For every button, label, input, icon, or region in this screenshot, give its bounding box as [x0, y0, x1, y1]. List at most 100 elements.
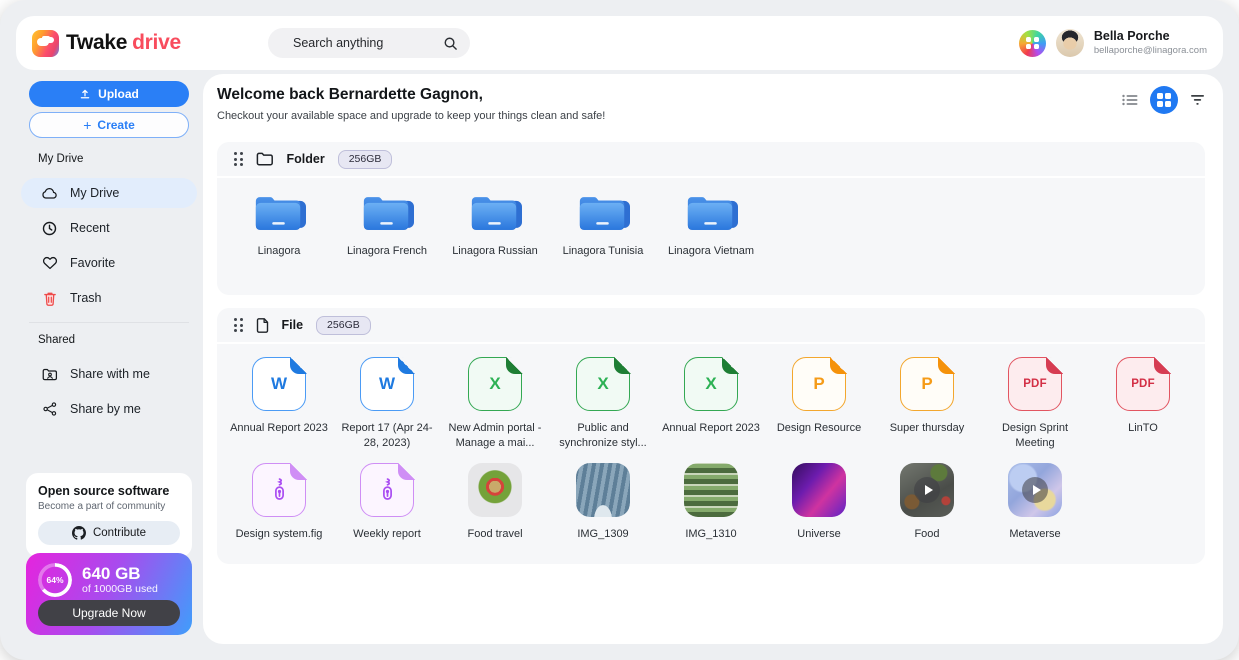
list-view-icon[interactable] — [1122, 94, 1138, 106]
section-title: File — [282, 318, 304, 332]
section-title: Folder — [287, 152, 325, 166]
drag-handle-icon[interactable] — [234, 318, 243, 332]
sidebar-divider — [29, 322, 189, 323]
grid-view-icon[interactable] — [1150, 86, 1178, 114]
file-grid: W Annual Report 2023 WReport 17 (Apr 24-28… — [217, 344, 1205, 563]
clock-icon — [41, 221, 58, 236]
excel-file-icon: X — [684, 357, 738, 411]
twake-drive-app: Twakedrive Search anything Bella Porche … — [0, 0, 1239, 660]
contribute-label: Contribute — [93, 527, 146, 539]
file-name: Annual Report 2023 — [230, 421, 328, 436]
sidebar-section-my-drive: My Drive — [38, 153, 83, 165]
folder-name: Linagora Tunisia — [563, 244, 644, 259]
pdf-file-icon: PDF — [1008, 357, 1062, 411]
storage-card: 64% 640 GB of 1000GB used Upgrade Now — [26, 553, 192, 635]
play-icon — [900, 463, 954, 517]
file-tile[interactable]: IMG_1309 — [549, 463, 657, 563]
ppt-file-icon: P — [900, 357, 954, 411]
user-meta[interactable]: Bella Porche bellaporche@linagora.com — [1094, 29, 1207, 57]
sidebar-item-trash[interactable]: Trash — [21, 283, 197, 313]
file-tile[interactable]: Universe — [765, 463, 873, 563]
search-icon[interactable] — [443, 36, 458, 51]
sidebar-item-share-by-me[interactable]: Share by me — [21, 394, 197, 424]
folder-section: Folder 256GB Linagora Linagora French — [217, 142, 1205, 295]
file-tile[interactable]: Weekly report — [333, 463, 441, 563]
storage-percent: 64% — [38, 563, 72, 597]
file-tile[interactable]: Food travel — [441, 463, 549, 563]
file-tile[interactable]: PDF LinTO — [1089, 357, 1197, 457]
twake-logo-icon — [32, 30, 59, 57]
folder-tile[interactable]: Linagora Tunisia — [549, 191, 657, 259]
search-input[interactable]: Search anything — [268, 28, 470, 58]
sidebar-item-label: Share by me — [70, 402, 141, 416]
image-thumbnail — [576, 463, 630, 517]
file-tile[interactable]: XNew Admin portal - Manage a mai... — [441, 357, 549, 457]
file-tile[interactable]: XPublic and synchronize styl... — [549, 357, 657, 457]
folder-icon — [684, 191, 738, 234]
file-tile[interactable]: PDesign Resource — [765, 357, 873, 457]
file-name: Super thursday — [890, 421, 965, 436]
user-email: bellaporche@linagora.com — [1094, 45, 1207, 57]
zip-file-icon — [360, 463, 414, 517]
folder-tile[interactable]: Linagora Vietnam — [657, 191, 765, 259]
video-thumbnail — [1008, 463, 1062, 517]
file-name: LinTO — [1128, 421, 1158, 436]
sidebar-section-shared: Shared — [38, 334, 75, 346]
file-tile[interactable]: Metaverse — [981, 463, 1089, 563]
file-tile[interactable]: W Annual Report 2023 — [225, 357, 333, 457]
upload-button[interactable]: Upload — [29, 81, 189, 107]
upgrade-button[interactable]: Upgrade Now — [38, 600, 180, 626]
sidebar-item-share-with-me[interactable]: Share with me — [21, 359, 197, 389]
excel-file-icon: X — [468, 357, 522, 411]
folder-tile[interactable]: Linagora — [225, 191, 333, 259]
file-tile[interactable]: PDFDesign Sprint Meeting — [981, 357, 1089, 457]
pdf-file-icon: PDF — [1116, 357, 1170, 411]
file-name: Metaverse — [1009, 527, 1060, 542]
folder-icon — [576, 191, 630, 234]
word-file-icon: W — [252, 357, 306, 411]
create-button[interactable]: + Create — [29, 112, 189, 138]
sidebar-item-my-drive[interactable]: My Drive — [21, 178, 197, 208]
file-tile[interactable]: P Super thursday — [873, 357, 981, 457]
folder-name: Linagora Vietnam — [668, 244, 754, 259]
file-tile[interactable]: Design system.fig — [225, 463, 333, 563]
logo-text: Twakedrive — [66, 31, 181, 55]
filter-icon[interactable] — [1190, 94, 1205, 106]
folder-icon — [468, 191, 522, 234]
storage-progress-ring: 64% — [38, 563, 72, 597]
file-name: Annual Report 2023 — [662, 421, 760, 436]
file-name: Design system.fig — [236, 527, 323, 542]
file-name: Public and synchronize styl... — [553, 421, 653, 451]
folder-icon — [252, 191, 306, 234]
folder-tile[interactable]: Linagora Russian — [441, 191, 549, 259]
file-name: Universe — [797, 527, 840, 542]
sidebar-item-label: Share with me — [70, 367, 150, 381]
welcome-subtitle: Checkout your available space and upgrad… — [217, 110, 605, 122]
open-source-subtitle: Become a part of community — [38, 501, 180, 512]
folder-tile[interactable]: Linagora French — [333, 191, 441, 259]
apps-grid-icon[interactable] — [1019, 30, 1046, 57]
file-name: Weekly report — [353, 527, 421, 542]
user-avatar[interactable] — [1056, 29, 1084, 57]
drag-handle-icon[interactable] — [234, 152, 243, 166]
file-tile[interactable]: IMG_1310 — [657, 463, 765, 563]
folder-grid: Linagora Linagora French Linagora Russia… — [217, 178, 1205, 259]
file-name: Design Resource — [777, 421, 861, 436]
contribute-button[interactable]: Contribute — [38, 521, 180, 545]
view-controls — [1122, 86, 1205, 114]
image-thumbnail — [684, 463, 738, 517]
top-header: Twakedrive Search anything Bella Porche … — [16, 16, 1223, 70]
file-tile[interactable]: X Annual Report 2023 — [657, 357, 765, 457]
file-outline-icon — [256, 318, 269, 333]
welcome-block: Welcome back Bernardette Gagnon, Checkou… — [217, 86, 605, 122]
file-tile[interactable]: Food — [873, 463, 981, 563]
sidebar-item-label: Recent — [70, 221, 110, 235]
app-logo[interactable]: Twakedrive — [32, 30, 181, 57]
drive-nav: My Drive Recent Favorite Trash — [21, 178, 197, 313]
folder-name: Linagora French — [347, 244, 427, 259]
file-tile[interactable]: WReport 17 (Apr 24-28, 2023) — [333, 357, 441, 457]
sidebar-item-favorite[interactable]: Favorite — [21, 248, 197, 278]
sidebar-item-label: Favorite — [70, 256, 115, 270]
sidebar-item-recent[interactable]: Recent — [21, 213, 197, 243]
plus-icon: + — [83, 117, 91, 133]
